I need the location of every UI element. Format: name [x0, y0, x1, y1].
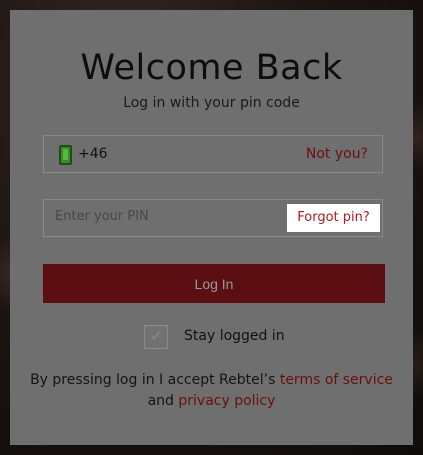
login-button[interactable]: Log In: [43, 264, 385, 303]
terms-notice: By pressing log in I accept Rebtel’s ter…: [10, 370, 413, 412]
stay-logged-in-checkbox[interactable]: ✓: [144, 325, 168, 349]
login-modal: Welcome Back Log in with your pin code +…: [10, 10, 413, 445]
pin-field: Forgot pin?: [43, 199, 383, 237]
phone-number-field: +46 Not you?: [43, 135, 383, 173]
terms-of-service-link[interactable]: terms of service: [280, 372, 393, 388]
page-subtitle: Log in with your pin code: [123, 95, 300, 111]
page-title: Welcome Back: [80, 48, 343, 88]
privacy-policy-link[interactable]: privacy policy: [178, 393, 275, 409]
phone-number-value: +46: [78, 146, 108, 162]
mobile-phone-icon: [59, 145, 72, 165]
forgot-pin-link[interactable]: Forgot pin?: [287, 204, 380, 232]
terms-conjunction: and: [147, 393, 174, 409]
checkmark-icon: ✓: [150, 327, 163, 345]
pin-input[interactable]: [55, 209, 275, 224]
terms-prefix: By pressing log in I accept Rebtel’s: [30, 372, 276, 388]
not-you-link[interactable]: Not you?: [306, 146, 368, 162]
stay-logged-in-label: Stay logged in: [184, 328, 285, 344]
